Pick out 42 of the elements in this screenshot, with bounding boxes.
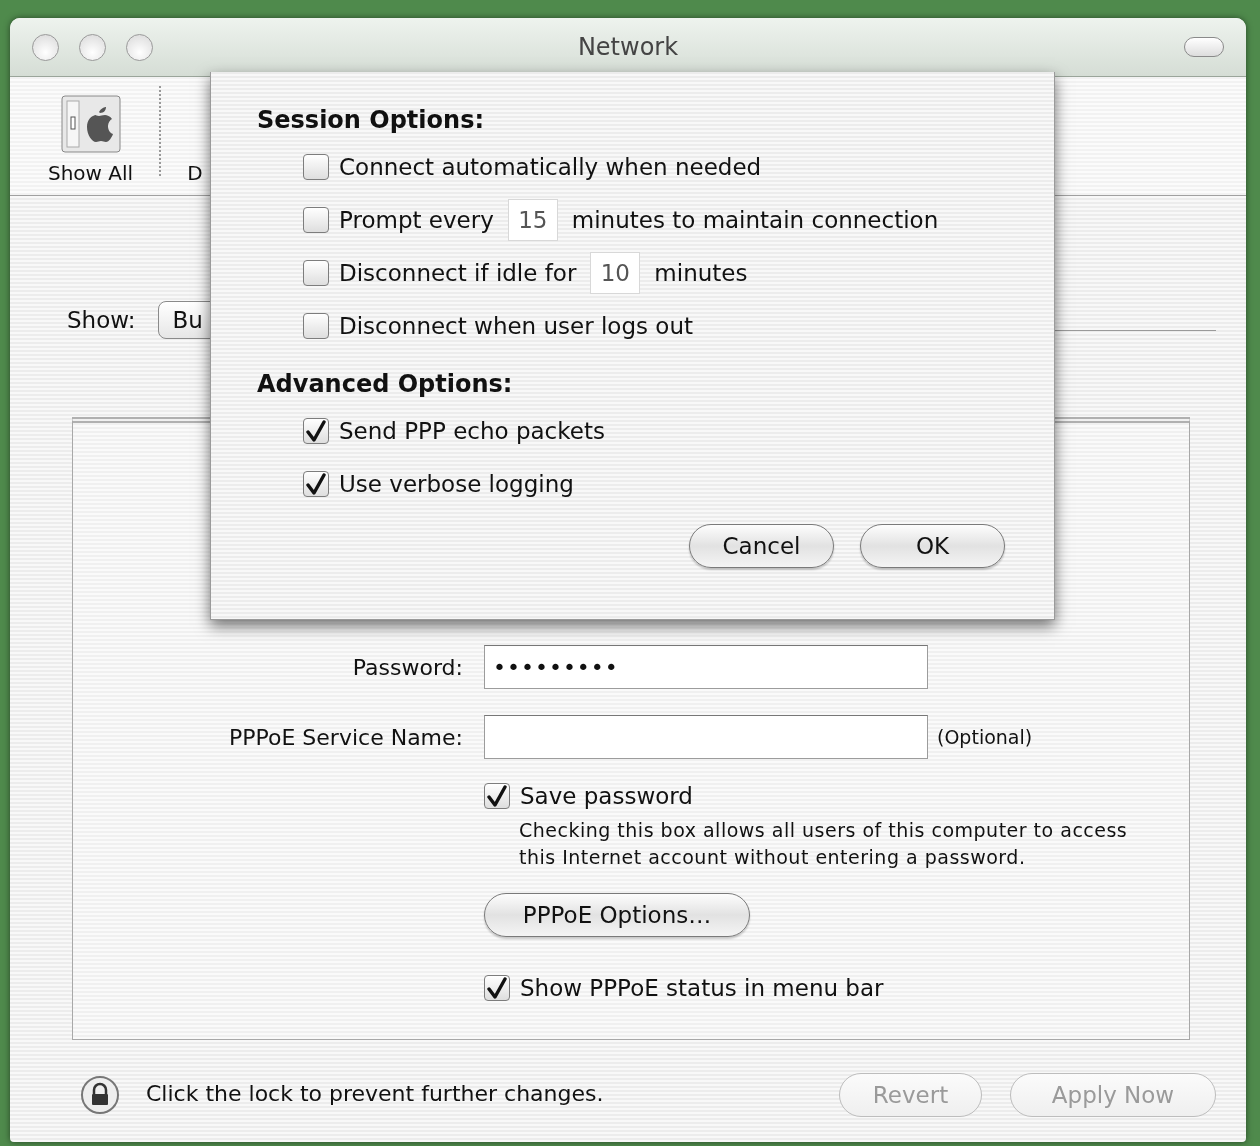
optional-note: (Optional) bbox=[937, 726, 1034, 748]
preferences-icon[interactable] bbox=[60, 95, 121, 153]
field-label: Password: bbox=[352, 654, 463, 680]
input-field[interactable] bbox=[484, 715, 928, 759]
checkbox-label: Disconnect if idle for bbox=[339, 259, 577, 286]
checkbox-label: Connect automatically when needed bbox=[339, 153, 762, 180]
lock-icon[interactable] bbox=[80, 1075, 120, 1115]
checkbox-label: Save password bbox=[520, 783, 693, 809]
option-text: minutes to maintain connection bbox=[571, 206, 939, 233]
checkbox-label: Disconnect when user logs out bbox=[339, 312, 693, 339]
checkbox[interactable] bbox=[303, 259, 329, 286]
checkbox[interactable] bbox=[484, 783, 510, 809]
checkbox-label: Use verbose logging bbox=[339, 470, 574, 497]
section-title: Advanced Options: bbox=[257, 370, 514, 398]
toolbar-toggle-button[interactable] bbox=[1184, 37, 1224, 57]
section-title: Session Options: bbox=[257, 106, 486, 134]
checkbox-label: Send PPP echo packets bbox=[339, 417, 605, 444]
lock-message: Click the lock to prevent further changes. bbox=[146, 1081, 604, 1106]
option-text: minutes bbox=[654, 259, 748, 286]
checkbox[interactable] bbox=[484, 975, 510, 1001]
help-text: Checking this box allows all users of this computer to access this Internet account without entering a password. bbox=[519, 818, 1129, 870]
checkbox-label: Show PPPoE status in menu bar bbox=[520, 975, 884, 1001]
input-field[interactable]: ••••••••• bbox=[484, 645, 928, 689]
checkbox[interactable] bbox=[303, 153, 329, 180]
checkbox[interactable] bbox=[303, 417, 329, 444]
field-label: PPPoE Service Name: bbox=[229, 724, 463, 750]
checkbox[interactable] bbox=[303, 312, 329, 339]
input-field[interactable]: 10 bbox=[590, 251, 641, 294]
close-button[interactable] bbox=[32, 33, 59, 61]
toolbar-label[interactable]: D bbox=[187, 161, 203, 185]
checkbox[interactable] bbox=[303, 206, 329, 233]
checkbox-label: Prompt every bbox=[339, 206, 494, 233]
ok-button[interactable]: OK bbox=[860, 524, 1005, 568]
options-button[interactable]: PPPoE Options… bbox=[484, 893, 750, 937]
cancel-button[interactable]: Cancel bbox=[689, 524, 834, 568]
zoom-button[interactable] bbox=[126, 33, 153, 61]
minimize-button[interactable] bbox=[79, 33, 106, 61]
show-label: Show: bbox=[67, 307, 136, 333]
toolbar-label[interactable]: Show All bbox=[48, 161, 134, 185]
checkbox[interactable] bbox=[303, 470, 329, 497]
window-title: Network bbox=[577, 33, 679, 61]
input-field[interactable]: 15 bbox=[507, 198, 558, 241]
